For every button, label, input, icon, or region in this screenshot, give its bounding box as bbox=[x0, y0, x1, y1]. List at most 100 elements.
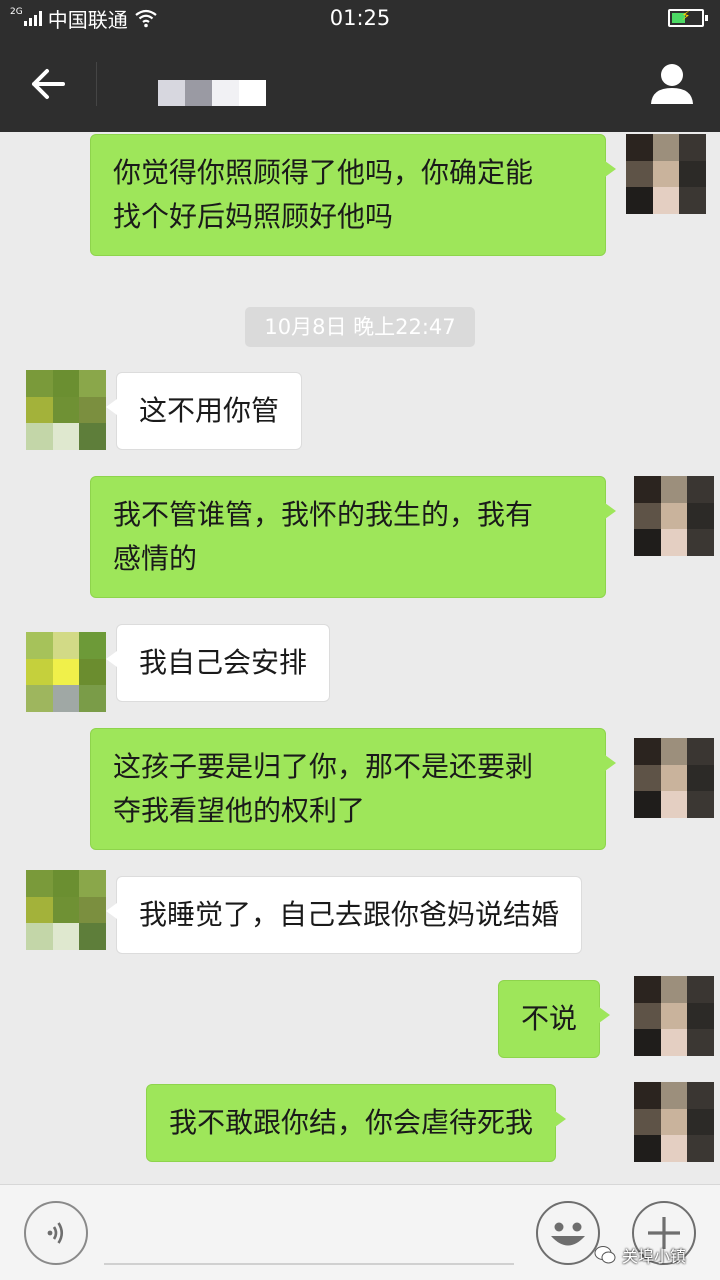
avatar-pixel bbox=[26, 896, 53, 924]
message-bubble-sent[interactable]: 我不管谁管，我怀的我生的，我有 感情的 bbox=[90, 476, 616, 598]
contact-name-pixelated bbox=[158, 80, 266, 106]
message-bubble-sent[interactable]: 你觉得你照顾得了他吗，你确定能 找个好后妈照顾好他吗 bbox=[90, 134, 616, 256]
message-text-line: 找个好后妈照顾好他吗 bbox=[113, 200, 394, 233]
avatar-pixel bbox=[660, 502, 688, 530]
chat-header bbox=[0, 36, 720, 132]
status-bar: 2G 中国联通 01:25 ⚡ bbox=[0, 0, 720, 36]
message-bubble-received[interactable]: 这不用你管 bbox=[105, 372, 303, 450]
back-button[interactable] bbox=[18, 56, 78, 112]
avatar-pixel bbox=[687, 476, 714, 503]
avatar-pixel bbox=[79, 896, 106, 924]
avatar-pixel bbox=[652, 134, 680, 161]
message-text-line: 我睡觉了，自己去跟你爸妈说结婚 bbox=[139, 898, 560, 931]
profile-button[interactable] bbox=[648, 60, 696, 108]
message-text-line: 我不管谁管，我怀的我生的，我有 bbox=[113, 498, 534, 531]
message-bubble-sent[interactable]: 不说 bbox=[498, 980, 611, 1058]
emoji-button[interactable] bbox=[536, 1201, 600, 1265]
avatar-pixel bbox=[634, 1135, 661, 1162]
wechat-official-account-icon bbox=[594, 1246, 616, 1264]
avatar-pixel bbox=[52, 658, 80, 686]
message-input[interactable] bbox=[104, 1207, 514, 1265]
self-avatar[interactable] bbox=[634, 738, 714, 818]
header-divider bbox=[96, 62, 97, 106]
avatar-pixel bbox=[634, 764, 661, 792]
avatar-pixel bbox=[634, 1082, 661, 1109]
clock: 01:25 bbox=[329, 6, 391, 30]
name-pixel bbox=[212, 80, 239, 106]
name-pixel bbox=[239, 80, 266, 106]
avatar-pixel bbox=[52, 870, 80, 897]
contact-avatar[interactable] bbox=[26, 870, 106, 950]
avatar-pixel bbox=[687, 1002, 714, 1030]
message-bubble-received[interactable]: 我睡觉了，自己去跟你爸妈说结婚 bbox=[105, 876, 583, 954]
avatar-pixel bbox=[687, 1029, 714, 1056]
avatar-pixel bbox=[26, 423, 53, 450]
voice-icon bbox=[47, 1222, 64, 1244]
avatar-pixel bbox=[634, 791, 661, 818]
avatar-pixel bbox=[79, 923, 106, 950]
message-list[interactable]: 你觉得你照顾得了他吗，你确定能 找个好后妈照顾好他吗 10月8日 晚上22:47… bbox=[0, 132, 720, 1184]
avatar-pixel bbox=[652, 160, 680, 188]
avatar-pixel bbox=[687, 764, 714, 792]
avatar-pixel bbox=[687, 1108, 714, 1136]
avatar-pixel bbox=[679, 134, 706, 161]
self-avatar[interactable] bbox=[634, 476, 714, 556]
avatar-pixel bbox=[634, 976, 661, 1003]
avatar-pixel bbox=[634, 1108, 661, 1136]
contact-avatar[interactable] bbox=[26, 632, 106, 712]
battery-icon: ⚡ bbox=[668, 9, 708, 27]
avatar-pixel bbox=[26, 370, 53, 397]
message-bubble-sent[interactable]: 这孩子要是归了你，那不是还要剥 夺我看望他的权利了 bbox=[90, 728, 616, 850]
avatar-pixel bbox=[660, 1135, 688, 1162]
avatar-pixel bbox=[79, 370, 106, 397]
arrow-left-icon bbox=[32, 69, 65, 99]
avatar-pixel bbox=[634, 1029, 661, 1056]
self-avatar[interactable] bbox=[634, 1082, 714, 1162]
self-avatar[interactable] bbox=[626, 134, 706, 214]
message-text-line: 我不敢跟你结，你会虐待死我 bbox=[169, 1106, 534, 1139]
message-text-line: 不说 bbox=[521, 1002, 578, 1035]
avatar-pixel bbox=[626, 187, 653, 214]
avatar-pixel bbox=[634, 738, 661, 765]
self-avatar[interactable] bbox=[634, 976, 714, 1056]
avatar-pixel bbox=[26, 658, 53, 686]
avatar-pixel bbox=[634, 1002, 661, 1030]
avatar-pixel bbox=[634, 529, 661, 556]
avatar-pixel bbox=[679, 187, 706, 214]
avatar-pixel bbox=[687, 791, 714, 818]
avatar-pixel bbox=[687, 529, 714, 556]
contact-avatar[interactable] bbox=[26, 370, 106, 450]
avatar-pixel bbox=[687, 738, 714, 765]
name-pixel bbox=[185, 80, 212, 106]
avatar-pixel bbox=[660, 529, 688, 556]
voice-button[interactable] bbox=[24, 1201, 88, 1265]
avatar-pixel bbox=[52, 396, 80, 424]
message-text-line: 夺我看望他的权利了 bbox=[113, 794, 366, 827]
avatar-pixel bbox=[52, 923, 80, 950]
avatar-pixel bbox=[626, 134, 653, 161]
avatar-pixel bbox=[79, 396, 106, 424]
avatar-pixel bbox=[634, 476, 661, 503]
watermark-text: 关埠小镇 bbox=[622, 1247, 687, 1266]
charging-bolt-icon: ⚡ bbox=[681, 9, 691, 24]
avatar-pixel bbox=[26, 685, 53, 712]
message-text-line: 感情的 bbox=[113, 542, 198, 575]
avatar-pixel bbox=[79, 632, 106, 659]
avatar-pixel bbox=[626, 160, 653, 188]
message-bubble-received[interactable]: 我自己会安排 bbox=[105, 624, 331, 702]
avatar-pixel bbox=[652, 187, 680, 214]
avatar-pixel bbox=[26, 632, 53, 659]
avatar-pixel bbox=[660, 976, 688, 1003]
message-text-line: 这孩子要是归了你，那不是还要剥 bbox=[113, 750, 534, 783]
message-text-line: 这不用你管 bbox=[139, 394, 280, 427]
avatar-pixel bbox=[687, 1135, 714, 1162]
avatar-pixel bbox=[79, 870, 106, 897]
message-bubble-sent[interactable]: 我不敢跟你结，你会虐待死我 bbox=[146, 1084, 567, 1162]
avatar-pixel bbox=[660, 791, 688, 818]
emoji-icon bbox=[551, 1222, 585, 1246]
avatar-pixel bbox=[679, 160, 706, 188]
avatar-pixel bbox=[52, 685, 80, 712]
avatar-pixel bbox=[660, 1108, 688, 1136]
avatar-pixel bbox=[26, 396, 53, 424]
avatar-pixel bbox=[52, 423, 80, 450]
